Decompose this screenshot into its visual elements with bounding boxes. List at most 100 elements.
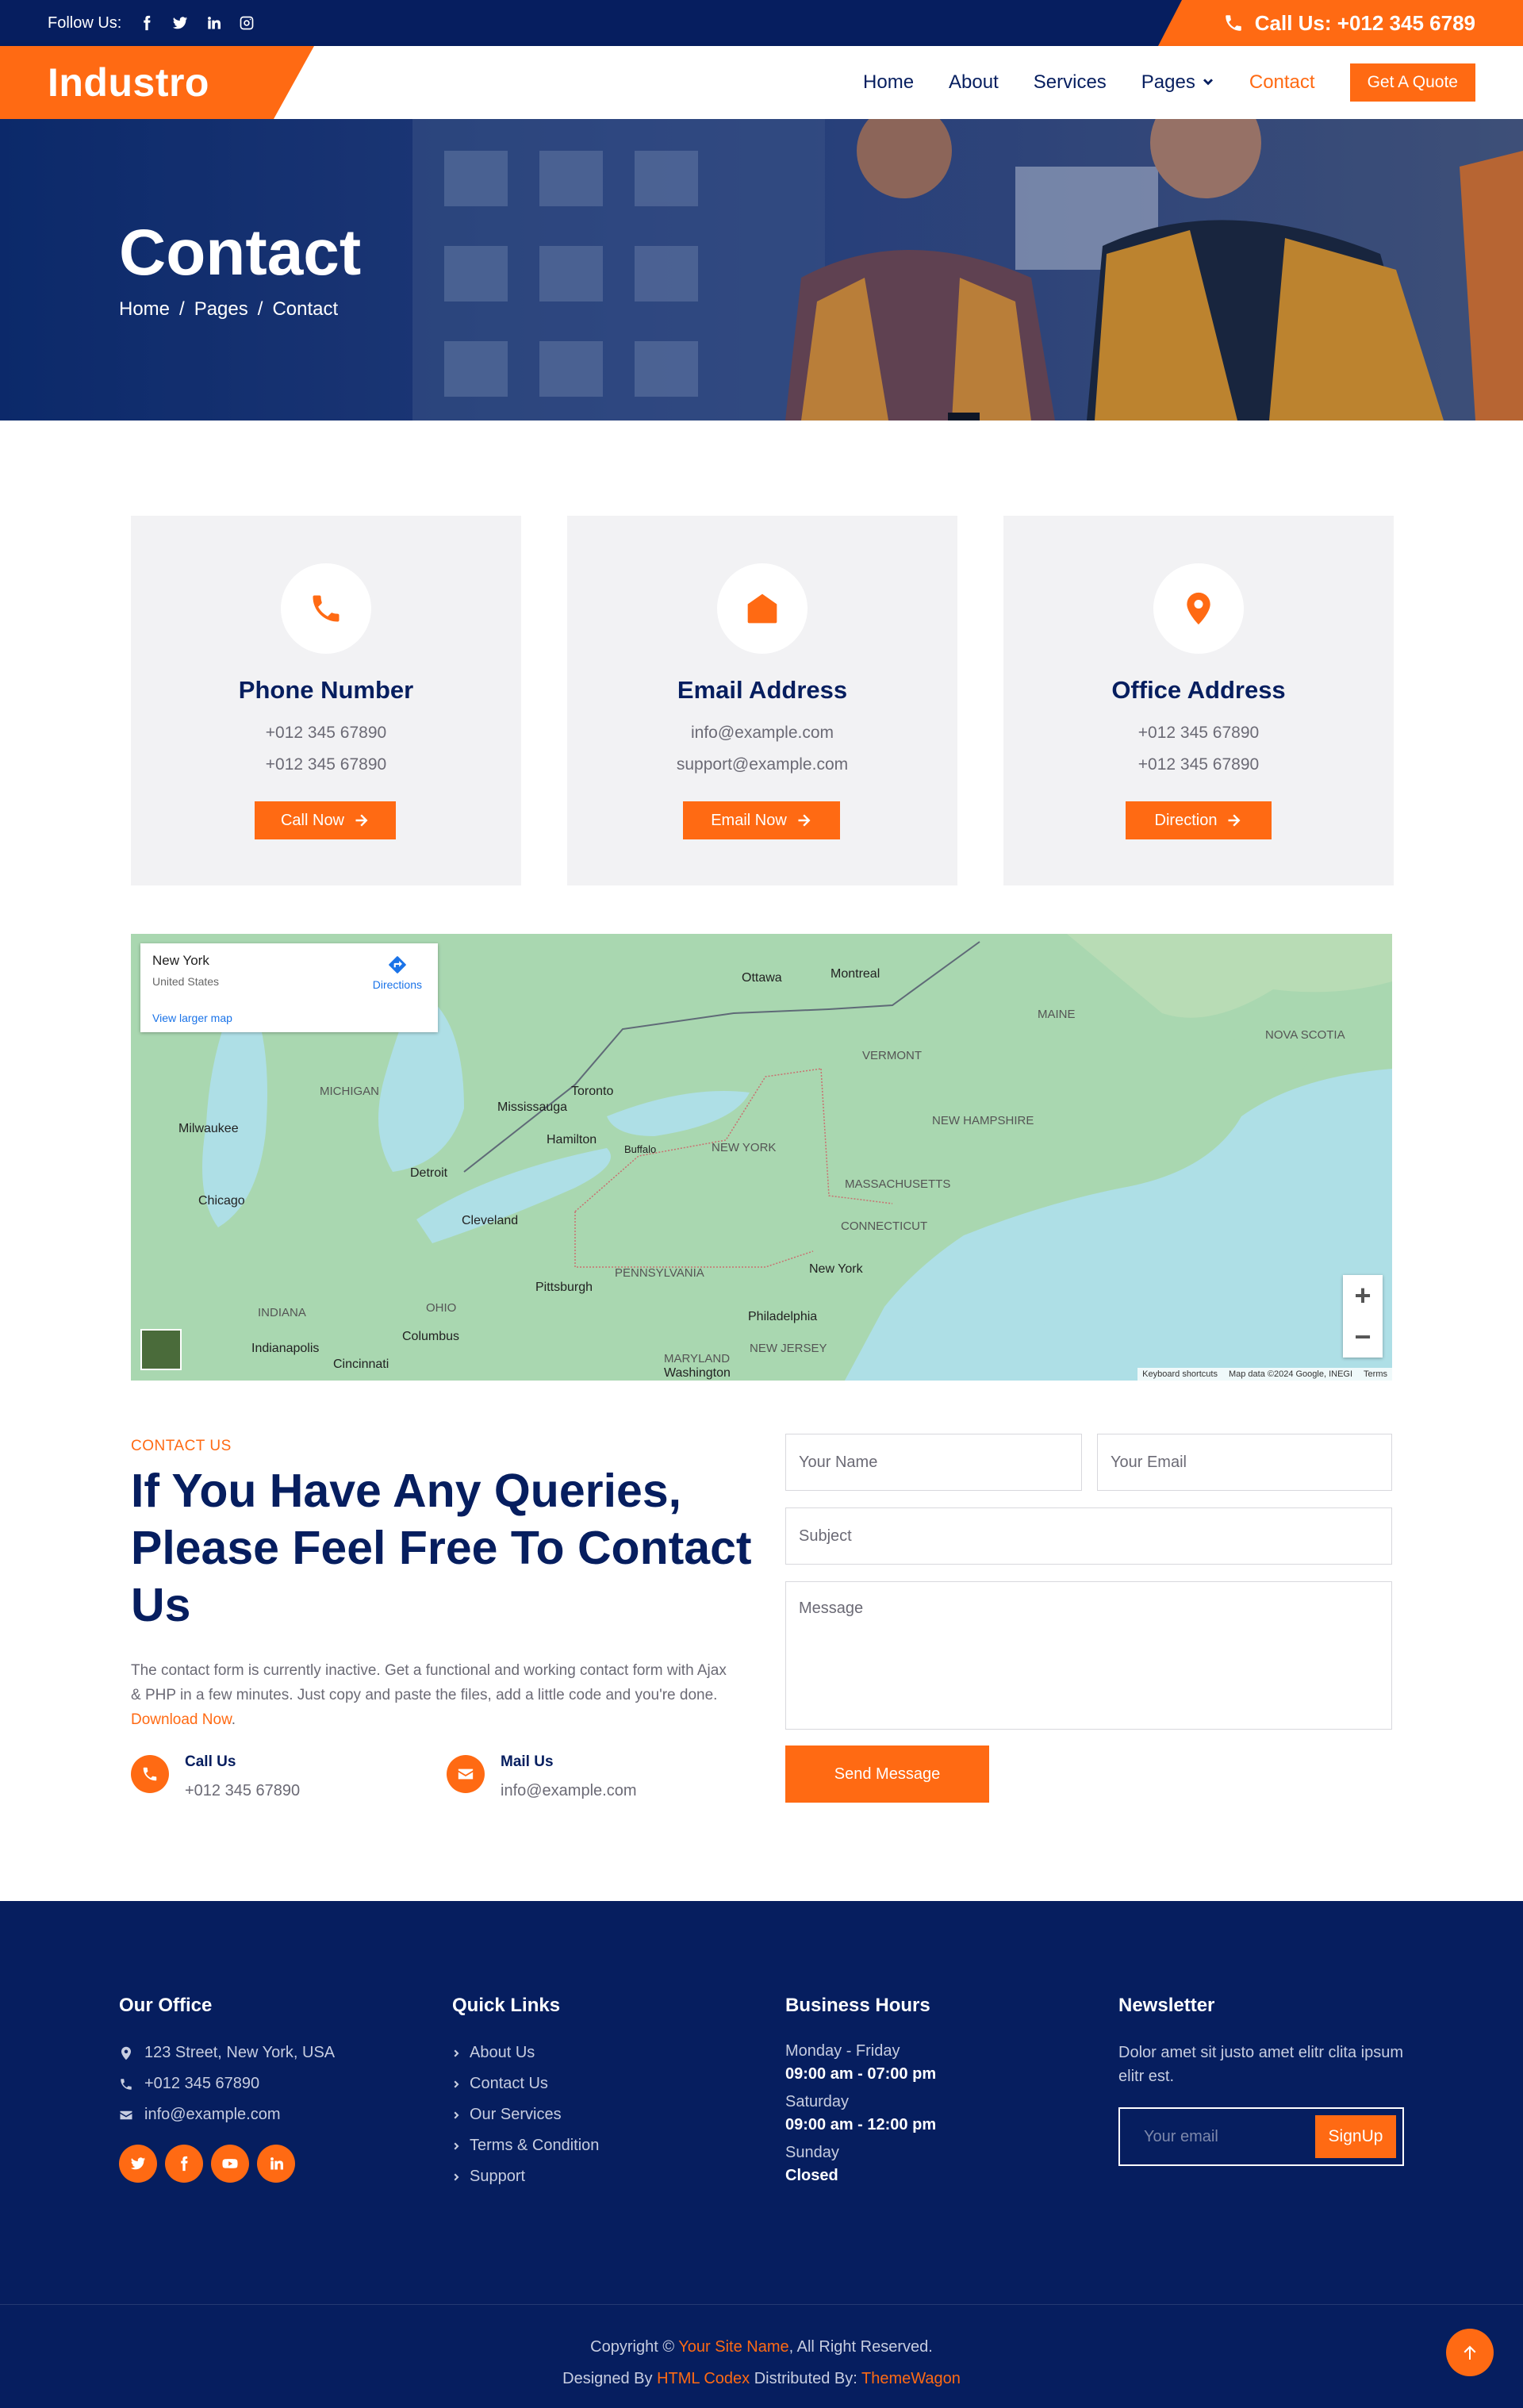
map-label-philadelphia: Philadelphia [748,1310,817,1323]
signup-button[interactable]: SignUp [1315,2115,1396,2158]
footer-link-about[interactable]: About Us [452,2044,599,2062]
nav-about[interactable]: About [949,71,999,94]
map-zoom-controls: + − [1343,1275,1383,1358]
nav-contact[interactable]: Contact [1249,71,1315,94]
envelope-icon [120,2110,132,2119]
breadcrumb-pages[interactable]: Pages [194,298,248,321]
map-label-chicago: Chicago [198,1194,245,1208]
card-title: Email Address [677,676,848,704]
paragraph-text: The contact form is currently inactive. … [131,1662,727,1703]
view-larger-map-link[interactable]: View larger map [152,1012,232,1024]
map-label-buffalo: Buffalo [624,1143,656,1155]
card-line-1: +012 345 67890 [1137,724,1260,742]
youtube-icon [222,2159,238,2168]
mail-icon-circle [447,1755,485,1793]
map-terms-link[interactable]: Terms [1364,1369,1387,1379]
map-label-new-jersey: NEW JERSEY [750,1342,827,1355]
mail-us-title: Mail Us [501,1753,554,1770]
zoom-out-button[interactable]: − [1343,1316,1383,1358]
map-label-pennsylvania: PENNSYLVANIA [615,1266,704,1280]
map-label-indianapolis: Indianapolis [251,1342,319,1355]
map-label-cincinnati: Cincinnati [333,1358,389,1371]
email-field[interactable]: Your Email [1097,1434,1392,1491]
themewagon-link[interactable]: ThemeWagon [861,2370,961,2387]
link-label: Support [470,2168,526,2185]
map-label-pittsburgh: Pittsburgh [535,1281,593,1294]
newsletter-email-input[interactable]: Your email [1144,2109,1218,2164]
breadcrumb-separator: / [179,298,185,320]
instagram-icon[interactable] [239,15,255,31]
twitter-button[interactable] [119,2145,157,2183]
send-message-button[interactable]: Send Message [785,1746,989,1803]
map-label-hamilton: Hamilton [547,1133,597,1146]
linkedin-button[interactable] [257,2145,295,2183]
name-field[interactable]: Your Name [785,1434,1082,1491]
message-field[interactable]: Message [785,1581,1392,1730]
map-label-mississauga: Mississauga [497,1100,567,1114]
card-line-1: info@example.com [690,724,834,742]
designed-by-label: Designed By [562,2370,653,2387]
breadcrumb: Home / Pages / Contact [119,298,338,321]
breadcrumb-home[interactable]: Home [119,298,170,321]
newsletter-title: Newsletter [1118,1995,1215,2016]
google-map[interactable]: Ottawa Montreal MAINE VERMONT NEW HAMPSH… [131,934,1392,1381]
map-label-indiana: INDIANA [258,1306,306,1319]
map-label-connecticut: CONNECTICUT [841,1219,927,1233]
newsletter-form: Your email SignUp [1118,2107,1404,2166]
hours-value: 09:00 am - 07:00 pm [785,2065,937,2083]
footer-quick-links: Quick Links About Us Contact Us Our Serv… [452,1995,599,2186]
footer-link-contact[interactable]: Contact Us [452,2075,599,2093]
footer-divider [0,2304,1523,2305]
hours-label: Monday - Friday [785,2042,900,2060]
email-now-button[interactable]: Email Now [683,801,840,839]
call-us-bar[interactable]: Call Us: +012 345 6789 [1158,0,1523,46]
call-us-info: Call Us +012 345 67890 [131,1753,300,1800]
get-quote-button[interactable]: Get A Quote [1349,63,1475,102]
html-codex-link[interactable]: HTML Codex [657,2370,750,2387]
footer-link-terms[interactable]: Terms & Condition [452,2137,599,2155]
twitter-icon [130,2157,146,2170]
youtube-button[interactable] [211,2145,249,2183]
keyboard-shortcuts-link[interactable]: Keyboard shortcuts [1142,1369,1218,1379]
location-icon-circle [1153,563,1244,654]
card-line-1: +012 345 67890 [265,724,387,742]
logo[interactable]: Industro [0,46,314,119]
footer-link-support[interactable]: Support [452,2168,599,2186]
facebook-icon[interactable] [139,15,155,31]
map-label-new-york-city: New York [809,1262,864,1276]
subject-field[interactable]: Subject [785,1507,1392,1565]
envelope-open-icon [747,593,777,624]
office-card: Office Address +012 345 67890 +012 345 6… [1003,516,1394,885]
site-name-link[interactable]: Your Site Name [678,2338,788,2356]
link-label: About Us [470,2044,535,2061]
page-title: Contact [119,217,362,289]
nav-pages-label: Pages [1141,71,1195,93]
download-now-link[interactable]: Download Now [131,1711,232,1728]
chevron-right-icon [454,2049,459,2057]
direction-button[interactable]: Direction [1126,801,1272,839]
footer-office: Our Office 123 Street, New York, USA +01… [119,1995,335,2183]
zoom-in-button[interactable]: + [1343,1275,1383,1316]
phone-icon-circle [281,563,371,654]
copyright-suffix: , All Right Reserved. [788,2338,933,2356]
card-title: Phone Number [238,676,414,704]
back-to-top-button[interactable] [1446,2329,1494,2376]
call-now-button[interactable]: Call Now [255,801,396,839]
map-label-new-hampshire: NEW HAMPSHIRE [932,1114,1034,1127]
map-label-toronto: Toronto [571,1085,613,1098]
nav-home[interactable]: Home [863,71,914,94]
hours-label: Saturday [785,2093,850,2110]
footer-link-services[interactable]: Our Services [452,2106,599,2124]
nav-services[interactable]: Services [1034,71,1107,94]
map-layer-toggle[interactable] [140,1329,182,1370]
footer-newsletter: Newsletter Dolor amet sit justo amet eli… [1118,1995,1412,2088]
twitter-icon[interactable] [172,15,188,31]
directions-button[interactable]: Directions [373,954,422,991]
map-label-maine: MAINE [1038,1008,1076,1021]
footer-business-hours: Business Hours Monday - Friday 09:00 am … [785,1995,936,2185]
nav-pages-dropdown[interactable]: Pages [1141,71,1214,94]
map-label-maryland: MARYLAND [664,1352,730,1365]
card-title: Office Address [1111,676,1286,704]
facebook-button[interactable] [165,2145,203,2183]
linkedin-icon[interactable] [205,15,221,31]
